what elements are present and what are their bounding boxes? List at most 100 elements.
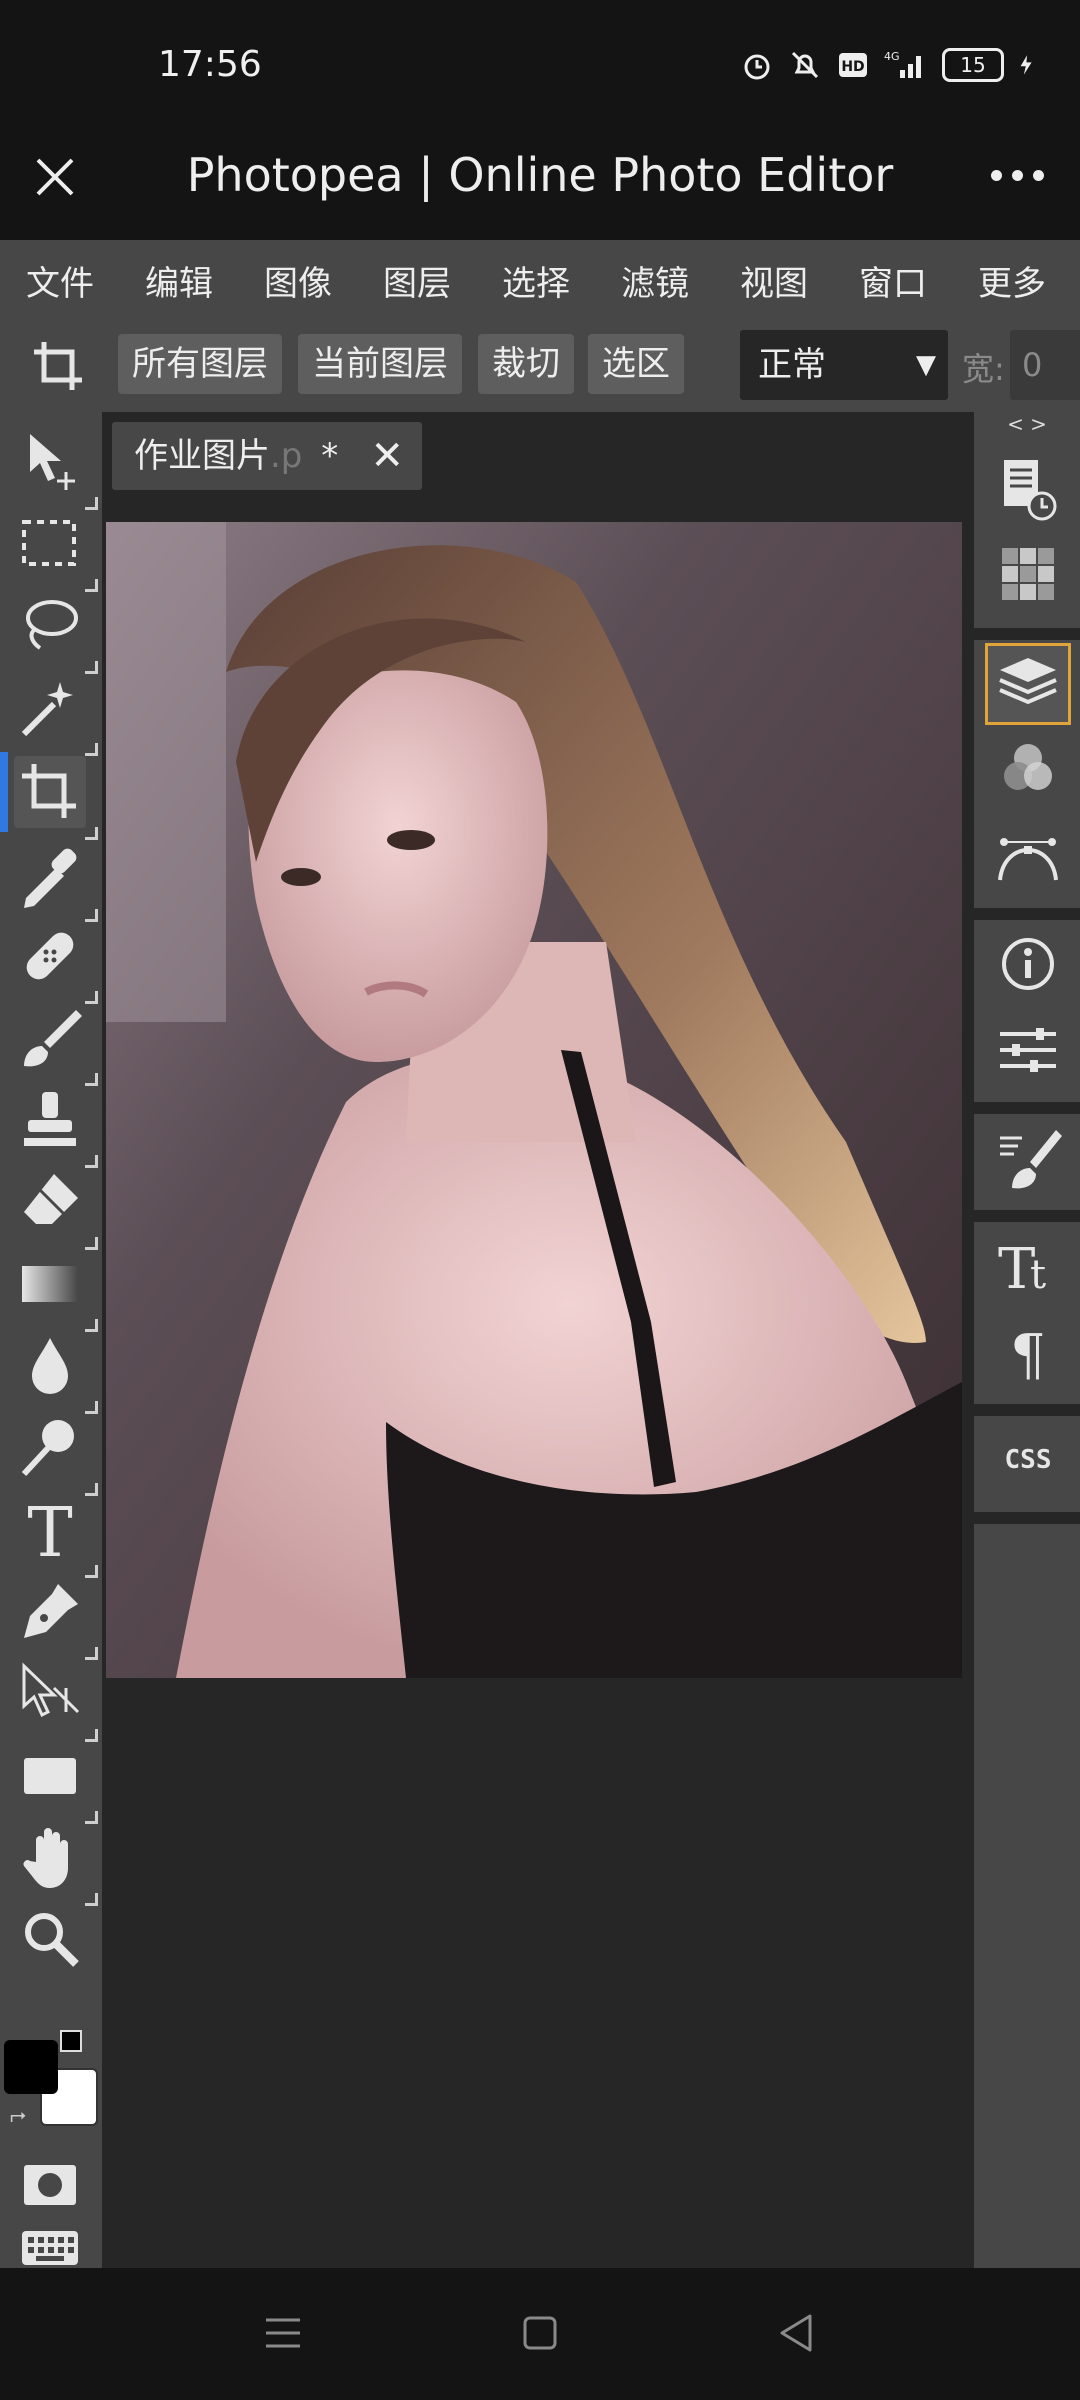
eyedropper-icon [24, 848, 77, 908]
type-tool[interactable]: T [14, 1494, 98, 1578]
document-area: 作业图片.p * ✕ [102, 412, 974, 2268]
current-layer-button[interactable]: 当前图层 [298, 334, 462, 394]
menu-file[interactable]: 文件 [0, 256, 119, 305]
status-time: 17:56 [158, 44, 262, 85]
move-arrow-icon [30, 434, 75, 490]
history-icon [1004, 460, 1057, 521]
all-layers-button[interactable]: 所有图层 [118, 334, 282, 394]
menu-lines-icon[interactable] [258, 2308, 308, 2358]
history-panel-button[interactable] [986, 450, 1070, 530]
layers-icon [999, 658, 1057, 705]
info-panel-button[interactable] [986, 924, 1070, 1004]
menu-window[interactable]: 窗口 [833, 256, 952, 305]
magic-wand-icon [21, 682, 73, 737]
options-bar: 所有图层 当前图层 裁切 选区 正常 ▼ 宽: 0 [0, 320, 1080, 412]
text-t-icon: T [27, 1494, 72, 1573]
paragraph-panel-button[interactable]: ¶ [986, 1312, 1070, 1392]
image-canvas[interactable] [106, 522, 962, 1678]
rectangle-select-icon [22, 520, 76, 566]
svg-text:¶: ¶ [1010, 1323, 1046, 1388]
crop-tool-icon [22, 764, 76, 818]
magic-wand-tool[interactable] [14, 672, 98, 756]
css-label: CSS [1004, 1445, 1052, 1475]
brush-icon [24, 1010, 82, 1067]
keyboard-button[interactable] [14, 2212, 86, 2265]
menu-filter[interactable]: 滤镜 [595, 256, 714, 305]
menu-layer[interactable]: 图层 [357, 256, 476, 305]
dodge-icon [21, 1420, 74, 1477]
shape-tool[interactable] [14, 1740, 98, 1824]
marquee-tool[interactable] [14, 508, 98, 592]
alarm-icon [744, 54, 770, 80]
document-modified-indicator: * [321, 436, 339, 476]
channels-panel-button[interactable] [986, 730, 1070, 810]
foreground-color-swatch[interactable] [4, 2040, 58, 2094]
swap-colors-icon[interactable] [60, 2030, 88, 2058]
hand-tool[interactable] [14, 1822, 98, 1906]
move-tool[interactable] [14, 426, 98, 510]
swatches-icon [1002, 548, 1054, 600]
home-square-icon[interactable] [515, 2308, 565, 2358]
menu-view[interactable]: 视图 [714, 256, 833, 305]
status-bar: 17:56 HD 4G 15 [0, 0, 1080, 128]
right-panel: < > Tt ¶ CSS [974, 412, 1080, 2268]
system-nav-bar [0, 2268, 1080, 2400]
stamp-tool[interactable] [14, 1084, 98, 1168]
more-options-icon[interactable] [991, 170, 1044, 181]
swatches-panel-button[interactable] [986, 536, 1070, 616]
close-tab-icon[interactable]: ✕ [370, 422, 404, 490]
magnifier-icon [25, 1913, 79, 1967]
title-bar: Photopea | Online Photo Editor [0, 128, 1080, 240]
svg-text:HD: HD [841, 59, 864, 75]
crop-icon[interactable] [30, 338, 86, 394]
blur-tool[interactable] [14, 1330, 98, 1414]
page-title: Photopea | Online Photo Editor [186, 148, 894, 202]
crop-tool[interactable] [0, 752, 98, 840]
collapse-panel-button[interactable]: < > [974, 412, 1080, 436]
dodge-tool[interactable] [14, 1412, 98, 1496]
css-panel-button[interactable]: CSS [986, 1420, 1070, 1500]
properties-panel-button[interactable] [986, 1010, 1070, 1090]
svg-text:4G: 4G [884, 50, 900, 63]
pilcrow-icon: ¶ [1010, 1323, 1046, 1388]
dropdown-arrow-icon: ▼ [916, 350, 936, 380]
eraser-tool[interactable] [14, 1166, 98, 1250]
brush-settings-icon [1000, 1130, 1062, 1189]
hd-icon: HD [839, 53, 867, 77]
blend-mode-select[interactable]: 正常 ▼ [740, 330, 948, 400]
crop-button[interactable]: 裁切 [478, 334, 574, 394]
layers-panel-button[interactable] [985, 643, 1071, 725]
width-input[interactable]: 0 [1010, 330, 1080, 400]
path-select-tool[interactable] [14, 1658, 98, 1742]
menu-image[interactable]: 图像 [238, 256, 357, 305]
path-select-icon [22, 1662, 80, 1718]
brush-settings-panel-button[interactable] [986, 1118, 1070, 1198]
lasso-tool[interactable] [14, 590, 98, 674]
menu-select[interactable]: 选择 [476, 256, 595, 305]
zoom-tool[interactable] [14, 1904, 86, 1976]
svg-text:T: T [27, 1494, 72, 1566]
lasso-icon [26, 600, 78, 650]
quick-mask-button[interactable] [14, 2150, 86, 2205]
menu-more[interactable]: 更多 [952, 256, 1071, 305]
pen-tool[interactable] [14, 1576, 98, 1660]
healing-brush-tool[interactable] [14, 920, 98, 1004]
blend-mode-value: 正常 [758, 345, 826, 385]
tool-bar: T ⮣ [0, 412, 102, 2268]
default-colors-icon[interactable]: ⮣ [10, 2102, 26, 2126]
channels-icon [1004, 744, 1052, 790]
status-icons: HD 4G 15 [740, 48, 1040, 82]
character-tt-icon: Tt [998, 1237, 1046, 1302]
clone-stamp-icon [24, 1092, 76, 1146]
eyedropper-tool[interactable] [14, 838, 98, 922]
eraser-icon [24, 1174, 78, 1224]
back-triangle-icon[interactable] [772, 2308, 822, 2358]
character-panel-button[interactable]: Tt [986, 1226, 1070, 1306]
document-tab[interactable]: 作业图片.p * ✕ [112, 422, 422, 490]
paths-panel-button[interactable] [986, 816, 1070, 896]
gradient-tool[interactable] [14, 1248, 98, 1332]
brush-tool[interactable] [14, 1002, 98, 1086]
photo-image [106, 522, 962, 1678]
menu-edit[interactable]: 编辑 [119, 256, 238, 305]
selection-button[interactable]: 选区 [588, 334, 684, 394]
